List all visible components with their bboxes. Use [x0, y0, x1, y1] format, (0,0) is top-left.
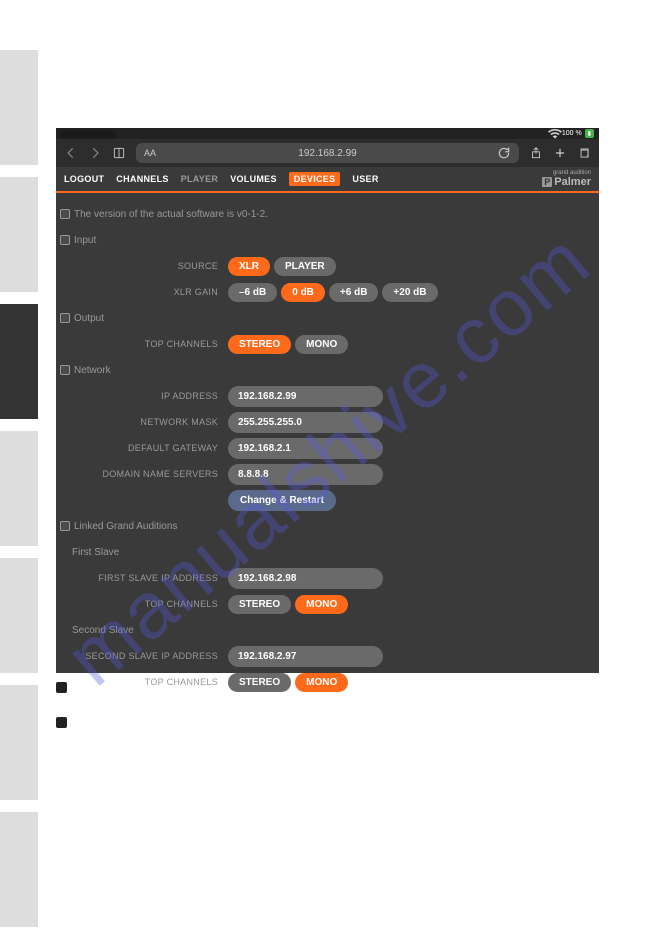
sidebar-block: [0, 431, 38, 546]
url-text: 192.168.2.99: [298, 148, 356, 159]
battery-icon: ▮: [585, 129, 594, 138]
below-screenshot: [56, 682, 67, 752]
gain-plus20-button[interactable]: +20 dB: [382, 283, 437, 302]
logo-main: PPalmer: [542, 176, 591, 188]
section-label: Network: [74, 365, 111, 376]
page-sidebar: [0, 50, 38, 939]
source-xlr-button[interactable]: XLR: [228, 257, 270, 276]
second-slave-ip-label: SECOND SLAVE IP ADDRESS: [56, 651, 228, 661]
input-section-header: Input: [56, 229, 599, 251]
nav-player[interactable]: PLAYER: [181, 174, 218, 184]
app-nav-menu: LOGOUT CHANNELS PLAYER VOLUMES DEVICES U…: [56, 167, 599, 193]
version-row: The version of the actual software is v0…: [56, 203, 599, 225]
gateway-input[interactable]: 192.168.2.1: [228, 438, 383, 459]
output-section-header: Output: [56, 307, 599, 329]
sidebar-block: [0, 50, 38, 165]
refresh-icon[interactable]: [497, 146, 511, 160]
gateway-label: DEFAULT GATEWAY: [56, 443, 228, 453]
url-field[interactable]: AA 192.168.2.99: [136, 143, 519, 163]
gain-0-button[interactable]: 0 dB: [281, 283, 325, 302]
nav-devices[interactable]: DEVICES: [289, 172, 341, 186]
wifi-icon: [548, 127, 562, 141]
book-icon[interactable]: [112, 146, 126, 160]
dns-label: DOMAIN NAME SERVERS: [56, 469, 228, 479]
section-label: Linked Grand Auditions: [74, 521, 177, 532]
sidebar-block-active: [0, 304, 38, 419]
section-label: Output: [74, 313, 104, 324]
first-stereo-button[interactable]: STEREO: [228, 595, 291, 614]
first-slave-label: First Slave: [72, 547, 119, 558]
second-slave-ip-input[interactable]: 192.168.2.97: [228, 646, 383, 667]
checkbox[interactable]: [60, 209, 70, 219]
second-top-label: TOP CHANNELS: [56, 677, 228, 687]
top-mono-button[interactable]: MONO: [295, 335, 348, 354]
brand-logo: grand audition PPalmer: [542, 170, 591, 188]
sidebar-block: [0, 812, 38, 927]
linked-section-header: Linked Grand Auditions: [56, 515, 599, 537]
checkbox[interactable]: [60, 313, 70, 323]
device-screenshot: 100 % ▮ AA 192.168.2.99 LOGOUT CHANNELS …: [56, 128, 599, 673]
share-icon[interactable]: [529, 146, 543, 160]
nav-logout[interactable]: LOGOUT: [64, 174, 104, 184]
nav-volumes[interactable]: VOLUMES: [230, 174, 277, 184]
gain-minus6-button[interactable]: –6 dB: [228, 283, 277, 302]
ip-input[interactable]: 192.168.2.99: [228, 386, 383, 407]
first-slave-ip-label: FIRST SLAVE IP ADDRESS: [56, 573, 228, 583]
checkbox[interactable]: [60, 235, 70, 245]
mask-input[interactable]: 255.255.255.0: [228, 412, 383, 433]
second-slave-label: Second Slave: [72, 625, 134, 636]
top-stereo-button[interactable]: STEREO: [228, 335, 291, 354]
status-bar: 100 % ▮: [56, 128, 599, 139]
bullet-box: [56, 717, 67, 728]
change-restart-button[interactable]: Change & Restart: [228, 490, 336, 511]
ip-label: IP ADDRESS: [56, 391, 228, 401]
nav-user[interactable]: USER: [352, 174, 378, 184]
browser-address-bar: AA 192.168.2.99: [56, 139, 599, 167]
source-label: SOURCE: [56, 261, 228, 271]
checkbox[interactable]: [60, 365, 70, 375]
second-stereo-button[interactable]: STEREO: [228, 673, 291, 692]
checkbox[interactable]: [60, 521, 70, 531]
battery-percent: 100 %: [562, 130, 582, 137]
content-area: The version of the actual software is v0…: [56, 193, 599, 703]
gain-plus6-button[interactable]: +6 dB: [329, 283, 379, 302]
nav-channels[interactable]: CHANNELS: [116, 174, 168, 184]
network-section-header: Network: [56, 359, 599, 381]
second-mono-button[interactable]: MONO: [295, 673, 348, 692]
version-text: The version of the actual software is v0…: [74, 209, 268, 220]
plus-icon[interactable]: [553, 146, 567, 160]
sidebar-block: [0, 177, 38, 292]
tabs-icon[interactable]: [577, 146, 591, 160]
sidebar-block: [0, 558, 38, 673]
first-slave-ip-input[interactable]: 192.168.2.98: [228, 568, 383, 589]
source-player-button[interactable]: PLAYER: [274, 257, 336, 276]
first-mono-button[interactable]: MONO: [295, 595, 348, 614]
dns-input[interactable]: 8.8.8.8: [228, 464, 383, 485]
back-icon[interactable]: [64, 146, 78, 160]
gain-label: XLR GAIN: [56, 287, 228, 297]
blurred-region: [60, 130, 115, 138]
top-channels-label: TOP CHANNELS: [56, 339, 228, 349]
sidebar-block: [0, 685, 38, 800]
forward-icon[interactable]: [88, 146, 102, 160]
first-top-label: TOP CHANNELS: [56, 599, 228, 609]
section-label: Input: [74, 235, 96, 246]
mask-label: NETWORK MASK: [56, 417, 228, 427]
text-size-icon[interactable]: AA: [144, 148, 156, 158]
bullet-box: [56, 682, 67, 693]
